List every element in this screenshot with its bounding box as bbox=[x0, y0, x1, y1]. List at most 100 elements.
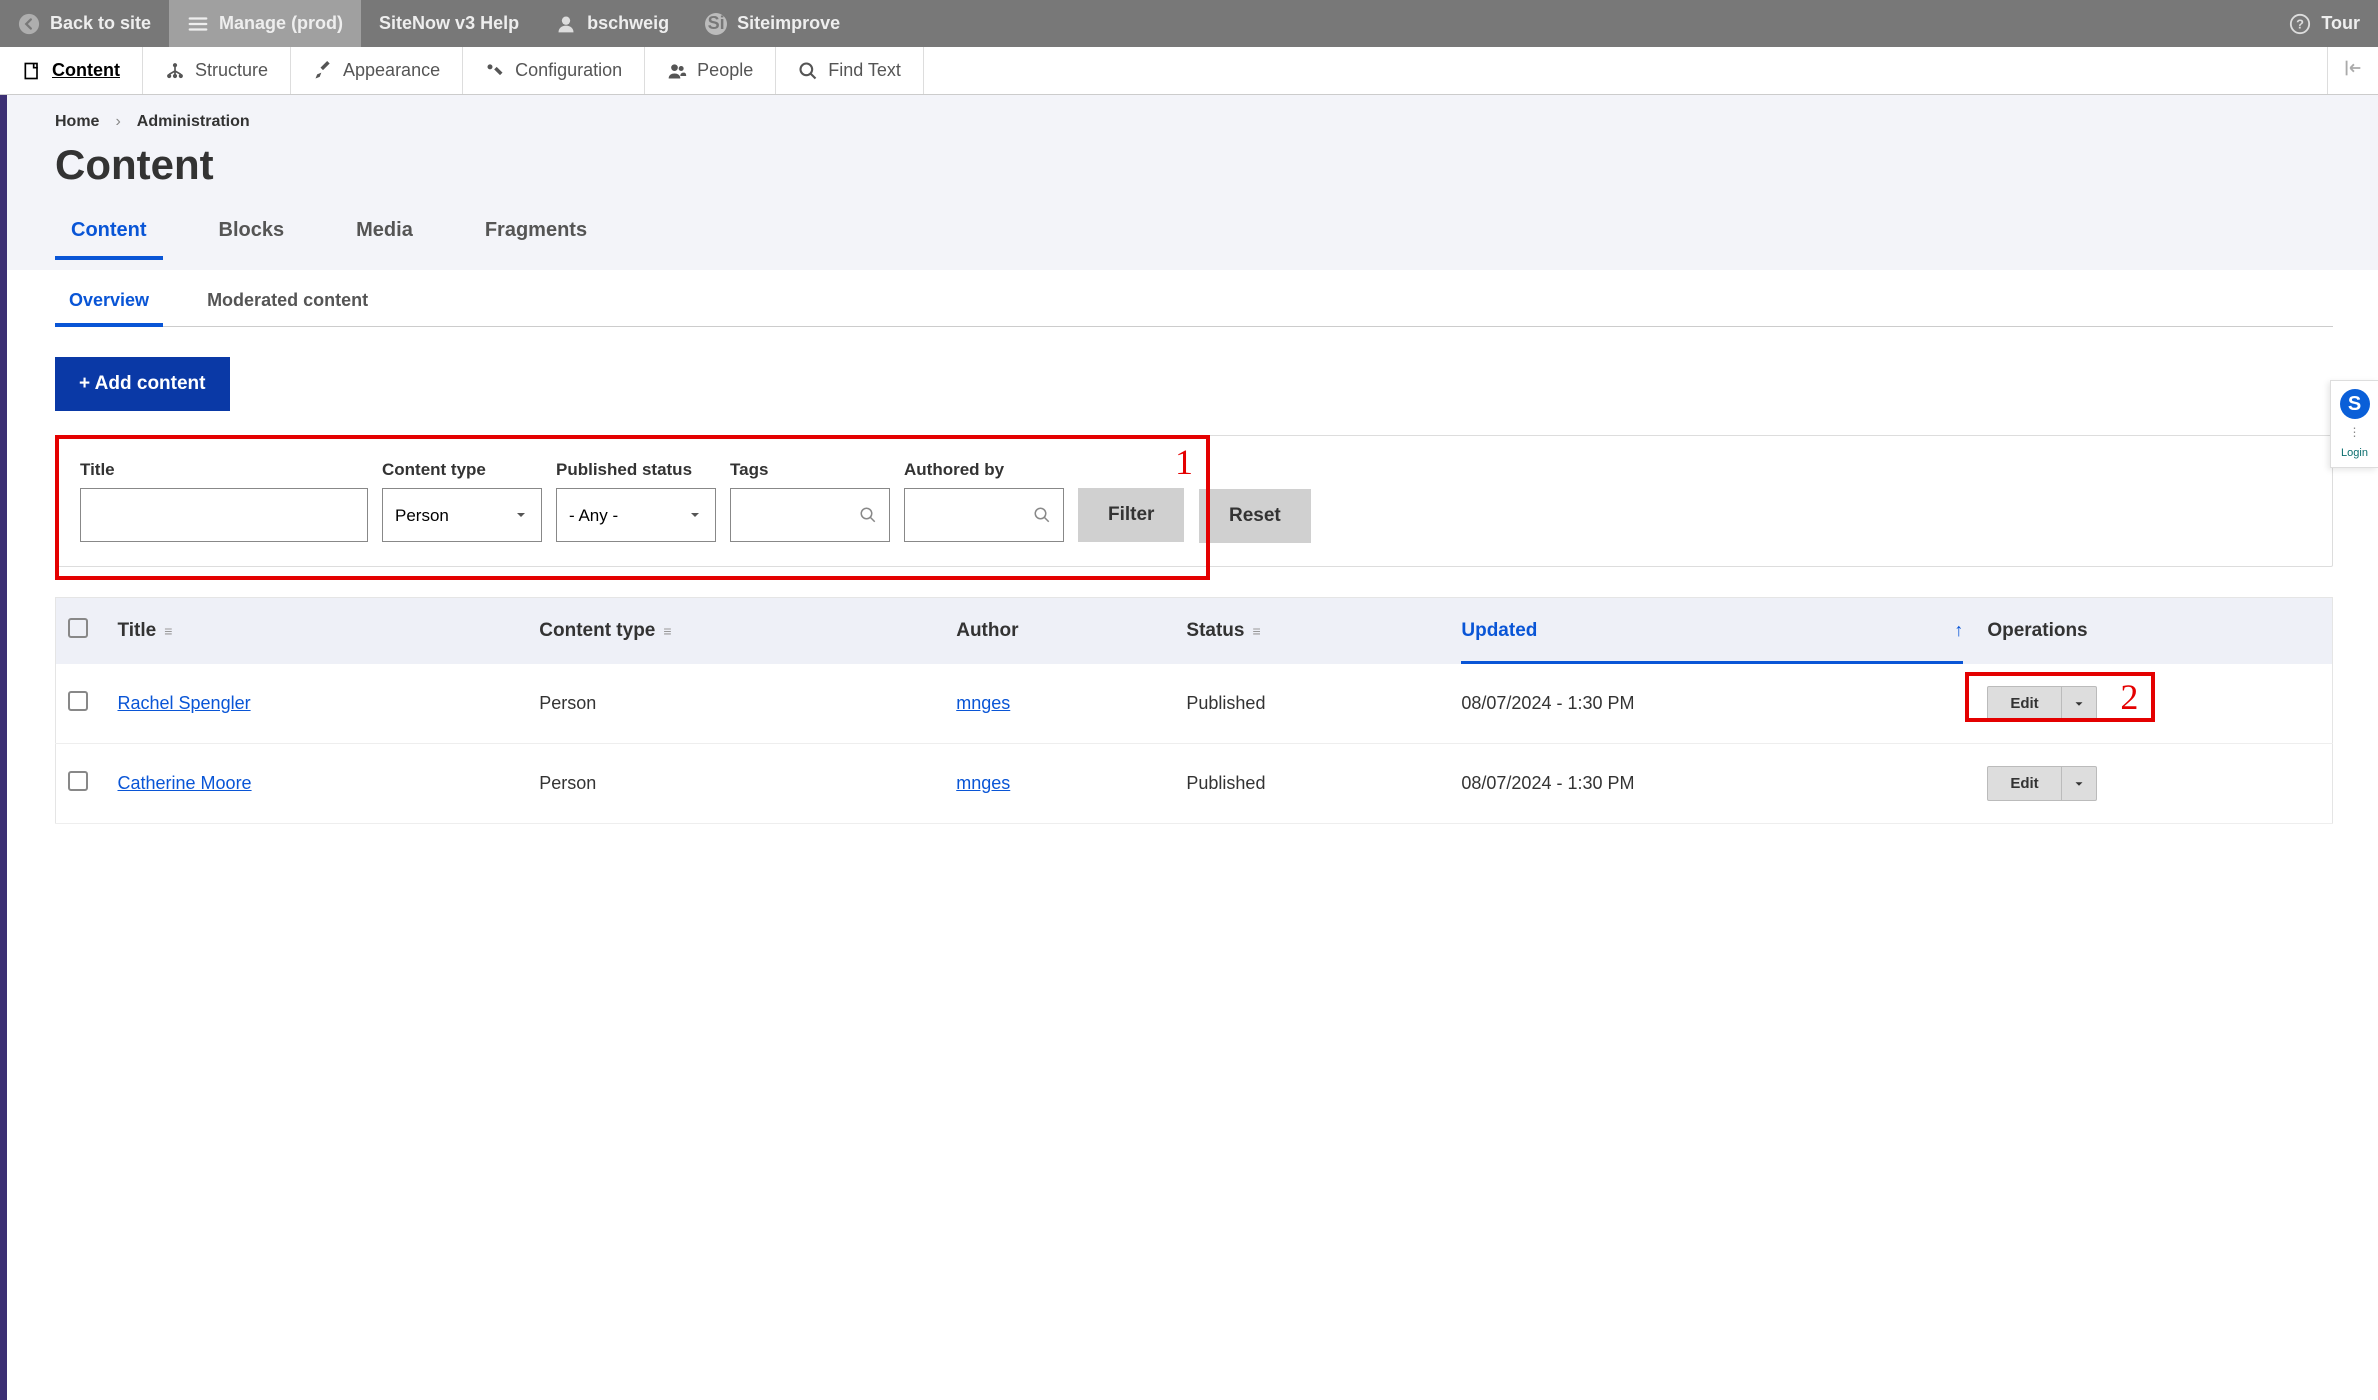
admin-findtext[interactable]: Find Text bbox=[776, 47, 924, 94]
hamburger-icon bbox=[187, 13, 209, 35]
appearance-icon bbox=[313, 61, 333, 81]
table-row: Catherine Moore Person mnges Published 0… bbox=[56, 744, 2333, 824]
edit-button[interactable]: Edit bbox=[1988, 687, 2060, 720]
row-author-link[interactable]: mnges bbox=[956, 693, 1010, 713]
row-status: Published bbox=[1174, 744, 1449, 824]
title-filter-label: Title bbox=[80, 460, 368, 480]
page-header: Home › Administration Content Content Bl… bbox=[0, 95, 2378, 270]
subtab-overview[interactable]: Overview bbox=[55, 290, 163, 327]
add-content-button[interactable]: + Add content bbox=[55, 357, 230, 411]
admin-configuration[interactable]: Configuration bbox=[463, 47, 645, 94]
tour-label: Tour bbox=[2321, 13, 2360, 34]
operations-caret[interactable] bbox=[2061, 687, 2096, 720]
content-area: Overview Moderated content + Add content… bbox=[0, 270, 2378, 854]
filter-box: Title Content type Person Published stat… bbox=[55, 435, 2333, 567]
help-link[interactable]: SiteNow v3 Help bbox=[361, 0, 537, 47]
sort-icon: ≡ bbox=[1252, 623, 1260, 639]
authored-filter-label: Authored by bbox=[904, 460, 1064, 480]
back-to-site[interactable]: Back to site bbox=[0, 0, 169, 47]
annotation-label-1: 1 bbox=[1175, 441, 1193, 483]
admin-structure-label: Structure bbox=[195, 60, 268, 81]
th-ctype[interactable]: Content type≡ bbox=[527, 598, 944, 665]
annotation-label-2: 2 bbox=[2120, 676, 2138, 718]
subtab-moderated[interactable]: Moderated content bbox=[193, 290, 382, 326]
admin-structure[interactable]: Structure bbox=[143, 47, 291, 94]
tab-content[interactable]: Content bbox=[55, 219, 163, 260]
operations-dropdown: Edit bbox=[1987, 766, 2096, 801]
admin-menu: Content Structure Appearance Configurati… bbox=[0, 47, 2378, 95]
sort-icon: ≡ bbox=[164, 623, 172, 639]
left-edge-bar bbox=[0, 95, 7, 1400]
page-title: Content bbox=[55, 141, 2333, 189]
row-title-link[interactable]: Catherine Moore bbox=[118, 773, 252, 793]
row-checkbox[interactable] bbox=[68, 771, 88, 791]
tags-filter-input[interactable] bbox=[730, 488, 890, 542]
tab-fragments[interactable]: Fragments bbox=[469, 219, 603, 259]
back-label: Back to site bbox=[50, 13, 151, 34]
row-title-link[interactable]: Rachel Spengler bbox=[118, 693, 251, 713]
tour-link[interactable]: ? Tour bbox=[2271, 0, 2378, 47]
select-all-checkbox[interactable] bbox=[68, 618, 88, 638]
row-author-link[interactable]: mnges bbox=[956, 773, 1010, 793]
collapse-icon bbox=[2342, 57, 2364, 84]
structure-icon bbox=[165, 61, 185, 81]
admin-appearance[interactable]: Appearance bbox=[291, 47, 463, 94]
content-icon bbox=[22, 61, 42, 81]
admin-people[interactable]: People bbox=[645, 47, 776, 94]
tab-blocks[interactable]: Blocks bbox=[203, 219, 301, 259]
edit-button[interactable]: Edit bbox=[1988, 767, 2060, 800]
svg-text:?: ? bbox=[2296, 16, 2304, 31]
breadcrumb-home[interactable]: Home bbox=[55, 113, 99, 131]
row-ctype: Person bbox=[527, 744, 944, 824]
user-label: bschweig bbox=[587, 13, 669, 34]
manage-label: Manage (prod) bbox=[219, 13, 343, 34]
th-title[interactable]: Title≡ bbox=[106, 598, 528, 665]
drag-handle-icon: ⋮ bbox=[2331, 425, 2378, 439]
breadcrumb: Home › Administration bbox=[55, 113, 2333, 131]
siteimprove-widget[interactable]: S ⋮ Login bbox=[2330, 380, 2378, 468]
ctype-filter-select[interactable]: Person bbox=[382, 488, 542, 542]
help-label: SiteNow v3 Help bbox=[379, 13, 519, 34]
tab-media[interactable]: Media bbox=[340, 219, 429, 259]
status-filter-label: Published status bbox=[556, 460, 716, 480]
reset-button[interactable]: Reset bbox=[1199, 489, 1311, 543]
admin-content[interactable]: Content bbox=[0, 47, 143, 94]
row-status: Published bbox=[1174, 664, 1449, 744]
siteimprove-label: Siteimprove bbox=[737, 13, 840, 34]
row-updated: 08/07/2024 - 1:30 PM bbox=[1449, 664, 1975, 744]
user-icon bbox=[555, 13, 577, 35]
chevron-left-icon bbox=[18, 13, 40, 35]
th-status[interactable]: Status≡ bbox=[1174, 598, 1449, 665]
th-operations: Operations bbox=[1975, 598, 2332, 665]
sort-asc-icon: ↑ bbox=[1954, 620, 1963, 641]
search-icon bbox=[798, 61, 818, 81]
tabs-primary: Content Blocks Media Fragments bbox=[55, 219, 2333, 260]
manage-env[interactable]: Manage (prod) bbox=[169, 0, 361, 47]
user-menu[interactable]: bschweig bbox=[537, 0, 687, 47]
siteimprove-icon: Si bbox=[705, 13, 727, 35]
siteimprove-logo-icon: S bbox=[2340, 389, 2370, 419]
breadcrumb-admin[interactable]: Administration bbox=[137, 113, 250, 131]
row-checkbox[interactable] bbox=[68, 691, 88, 711]
admin-people-label: People bbox=[697, 60, 753, 81]
filter-button[interactable]: Filter bbox=[1078, 488, 1184, 542]
th-updated[interactable]: Updated↑ bbox=[1449, 598, 1975, 665]
operations-caret[interactable] bbox=[2061, 767, 2096, 800]
configuration-icon bbox=[485, 61, 505, 81]
toolbar-top: Back to site Manage (prod) SiteNow v3 He… bbox=[0, 0, 2378, 47]
th-author[interactable]: Author bbox=[944, 598, 1174, 665]
sort-icon: ≡ bbox=[663, 623, 671, 639]
authored-filter-input[interactable] bbox=[904, 488, 1064, 542]
question-icon: ? bbox=[2289, 13, 2311, 35]
row-ctype: Person bbox=[527, 664, 944, 744]
tags-filter-label: Tags bbox=[730, 460, 890, 480]
admin-findtext-label: Find Text bbox=[828, 60, 901, 81]
people-icon bbox=[667, 61, 687, 81]
title-filter-input[interactable] bbox=[80, 488, 368, 542]
row-updated: 08/07/2024 - 1:30 PM bbox=[1449, 744, 1975, 824]
side-login-link[interactable]: Login bbox=[2331, 447, 2378, 459]
status-filter-select[interactable]: - Any - bbox=[556, 488, 716, 542]
collapse-toolbar[interactable] bbox=[2327, 47, 2378, 94]
siteimprove-link[interactable]: Si Siteimprove bbox=[687, 0, 858, 47]
operations-dropdown: Edit bbox=[1987, 686, 2096, 721]
